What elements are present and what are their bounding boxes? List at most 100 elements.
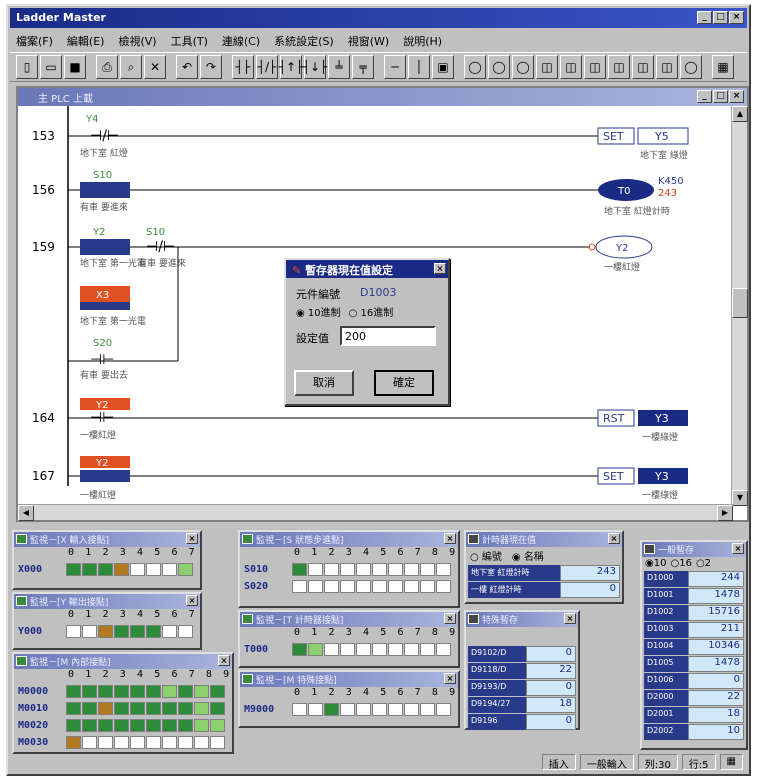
scroll-left-icon[interactable]: ◀ [18, 505, 34, 521]
redo-icon[interactable]: ↷ [200, 55, 222, 79]
dialog-close-button[interactable]: × [434, 263, 446, 274]
contact-label: Y2 [92, 227, 105, 238]
vertical-scrollbar[interactable]: ▲ ▼ [731, 106, 748, 506]
monitor-row: M0010 [14, 700, 232, 717]
new-file-icon[interactable]: ▯ [16, 55, 38, 79]
monitor-icon [242, 674, 253, 684]
monitor-icon [16, 596, 27, 606]
coil-icon[interactable]: ◯ [464, 55, 486, 79]
panel-close-button[interactable]: × [218, 655, 230, 666]
register-row: D9118/D 22 [468, 663, 576, 679]
maximize-button[interactable]: □ [713, 11, 728, 24]
scroll-down-icon[interactable]: ▼ [732, 490, 748, 506]
panel-close-button[interactable]: × [608, 533, 620, 544]
radio-base2[interactable]: ○2 [696, 558, 711, 569]
coil-label: T0 [617, 186, 630, 197]
function-icon[interactable]: ▣ [432, 55, 454, 79]
monitor-1-icon[interactable]: ◫ [536, 55, 558, 79]
menu-edit[interactable]: 編輯(E) [67, 33, 105, 48]
print-icon[interactable]: ⎙ [96, 55, 118, 79]
monitor-3-icon[interactable]: ◫ [584, 55, 606, 79]
save-icon[interactable]: ■ [64, 55, 86, 79]
rung-number: 159 [32, 240, 55, 254]
panel-close-button[interactable]: × [444, 613, 456, 624]
close-button[interactable]: × [729, 11, 744, 24]
radio-base16[interactable]: ○16 [670, 558, 691, 569]
panel-title: 監視－[M 內部接點] [30, 658, 111, 668]
contact-no-icon[interactable]: ┤├ [232, 55, 254, 79]
hline-icon[interactable]: ─ [384, 55, 406, 79]
bit-header: 0 1 2 3 4 5 6 7 [68, 609, 198, 620]
panel-close-button[interactable]: × [564, 613, 576, 624]
scroll-up-icon[interactable]: ▲ [732, 106, 748, 122]
eye-icon [468, 614, 479, 624]
scroll-thumb[interactable] [732, 288, 748, 318]
status-column: 列:30 [637, 754, 678, 771]
panel-close-button[interactable]: × [444, 673, 456, 684]
find-icon[interactable]: ⌕ [120, 55, 142, 79]
panel-close-button[interactable]: × [186, 595, 198, 606]
menu-view[interactable]: 檢視(V) [118, 33, 156, 48]
panel-close-button[interactable]: × [186, 533, 198, 544]
radio-number[interactable]: ○ 編號 [470, 548, 502, 563]
child-minimize-button[interactable]: _ [697, 90, 712, 103]
monitor-row: M0030 [14, 734, 232, 751]
undo-icon[interactable]: ↶ [176, 55, 198, 79]
menu-file[interactable]: 檔案(F) [16, 33, 53, 48]
radio-hex[interactable]: ○ 16進制 [349, 304, 394, 319]
element-label: 元件編號 [296, 288, 340, 301]
radio-name[interactable]: ◉ 名稱 [512, 548, 544, 563]
child-maximize-button[interactable]: □ [713, 90, 728, 103]
monitor-4-icon[interactable]: ◫ [608, 55, 630, 79]
menu-window[interactable]: 視窗(W) [348, 33, 389, 48]
menu-bar: 檔案(F) 編輯(E) 檢視(V) 工具(T) 連線(C) 系統設定(S) 視窗… [10, 30, 747, 50]
contact-label: X3 [96, 290, 109, 301]
status-insert: 插入 [541, 754, 576, 771]
ok-button[interactable]: 確定 [374, 370, 434, 396]
app-title: Ladder Master [16, 11, 106, 24]
panel-title: 監視－[Y 輸出接點] [30, 598, 109, 608]
menu-tools[interactable]: 工具(T) [171, 33, 208, 48]
coil-desc: 地下室 紅燈計時 [604, 205, 670, 217]
comment-icon[interactable]: ◯ [680, 55, 702, 79]
menu-help[interactable]: 說明(H) [403, 33, 442, 48]
contact-nc-icon[interactable]: ┤/├ [256, 55, 278, 79]
panel-title: 監視－[M 特殊接點] [256, 676, 337, 686]
minimize-button[interactable]: _ [697, 11, 712, 24]
coil-type: RST [603, 412, 625, 425]
register-row: D1006 0 [644, 673, 744, 689]
setvalue-input[interactable]: 200 [340, 326, 436, 346]
parallel-no-icon[interactable]: ╧ [328, 55, 350, 79]
contact-desc: 一樓紅燈 [80, 489, 116, 501]
panel-close-button[interactable]: × [732, 543, 744, 554]
cut-icon[interactable]: ✕ [144, 55, 166, 79]
ladder-icon: ▦ [719, 754, 743, 770]
register-row: D1005 1478 [644, 656, 744, 672]
radio-dec[interactable]: ◉ 10進制 [296, 304, 341, 319]
grid-icon[interactable]: ▦ [712, 55, 734, 79]
cancel-button[interactable]: 取消 [294, 370, 354, 396]
panel-close-button[interactable]: × [444, 533, 456, 544]
radio-base10[interactable]: ◉10 [645, 558, 666, 569]
coil-label: Y2 [615, 243, 628, 254]
menu-connect[interactable]: 連線(C) [222, 33, 260, 48]
open-folder-icon[interactable]: ▭ [40, 55, 62, 79]
menu-system[interactable]: 系統設定(S) [274, 33, 334, 48]
contact-p-icon[interactable]: ┤↑├ [279, 55, 303, 79]
contact-label: Y2 [95, 458, 108, 469]
scroll-right-icon[interactable]: ▶ [717, 505, 733, 521]
monitor-2-icon[interactable]: ◫ [560, 55, 582, 79]
contact-f-icon[interactable]: ┤↓├ [303, 55, 327, 79]
vline-icon[interactable]: │ [408, 55, 430, 79]
contact-symbol: ⊣/⊢ [146, 239, 175, 255]
monitor-6-icon[interactable]: ◫ [656, 55, 678, 79]
panel-title: 監視－[T 計時器接點] [256, 616, 344, 626]
register-row: D9102/D 0 [468, 646, 576, 662]
child-close-button[interactable]: × [729, 90, 744, 103]
coil-type: SET [603, 470, 624, 483]
coil-rst-icon[interactable]: ◯ [512, 55, 534, 79]
coil-set-icon[interactable]: ◯ [488, 55, 510, 79]
parallel-nc-icon[interactable]: ╤ [352, 55, 374, 79]
monitor-5-icon[interactable]: ◫ [632, 55, 654, 79]
horizontal-scrollbar[interactable]: ◀ ▶ [18, 504, 733, 521]
